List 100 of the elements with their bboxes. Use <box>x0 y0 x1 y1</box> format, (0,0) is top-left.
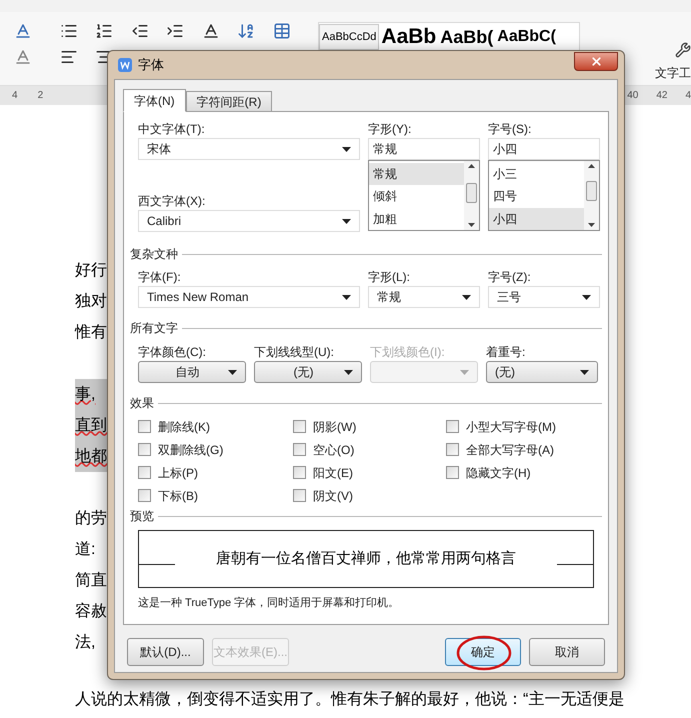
field-label: 字号(S): <box>488 121 532 138</box>
field-label: 中文字体(T): <box>138 121 206 138</box>
style-sample[interactable]: AaBbCcDd <box>319 24 380 50</box>
scrollbar[interactable] <box>584 161 599 230</box>
checkbox-label: 全部大写字母(A) <box>466 442 554 458</box>
checkbox[interactable] <box>293 443 306 456</box>
checkbox[interactable] <box>138 443 151 456</box>
dropdown-button[interactable]: (无) <box>486 361 598 383</box>
preview-text: 唐朝有一位名僧百丈禅师，他常常用两句格言 <box>216 548 516 569</box>
close-icon <box>590 54 602 68</box>
list-option[interactable]: 加粗 <box>369 208 464 230</box>
align-left-icon[interactable] <box>60 48 78 66</box>
field-label: 字形(L): <box>368 269 411 286</box>
document-text: 地都 <box>75 446 107 466</box>
scroll-down-icon[interactable] <box>468 223 475 227</box>
numbered-list-icon[interactable] <box>95 22 114 40</box>
checkbox[interactable] <box>293 489 306 502</box>
checkbox-label: 双删除线(G) <box>158 442 224 458</box>
list-option[interactable]: 小四 <box>489 208 584 230</box>
close-button[interactable] <box>574 52 618 70</box>
field-label: 字体(F): <box>138 269 182 286</box>
checkbox[interactable] <box>138 489 151 502</box>
caret-icon <box>462 294 471 300</box>
dialog-button[interactable]: 取消 <box>529 638 605 666</box>
caret-icon <box>580 370 589 374</box>
style-sample[interactable]: AaBb <box>379 23 438 51</box>
checkbox[interactable] <box>446 420 459 433</box>
dialog-button[interactable]: 默认(D)... <box>127 638 204 666</box>
scroll-down-icon[interactable] <box>588 223 595 227</box>
checkbox-label: 隐藏文字(H) <box>466 464 531 482</box>
style-sample[interactable]: AaBb( <box>438 24 496 50</box>
checkbox[interactable] <box>138 466 151 479</box>
ruler-number: 40 <box>627 89 638 103</box>
document-text: 独对 <box>75 292 107 312</box>
list-option[interactable]: 四号 <box>489 185 584 208</box>
document-text: 人说的太精微，倒变得不适实用了。惟有朱子解的最好，他说：“主一无适便是 <box>75 690 626 710</box>
checkbox[interactable] <box>293 466 306 479</box>
dropdown-field[interactable]: Times New Roman <box>138 286 360 308</box>
app-logo-icon <box>118 58 132 72</box>
font-letter-icon[interactable] <box>14 48 32 66</box>
section-title: 预览 <box>130 508 154 525</box>
scrollbar-thumb[interactable] <box>586 181 597 201</box>
list-option[interactable]: 常规 <box>369 163 464 186</box>
text-field[interactable]: 小四 <box>488 138 600 160</box>
dropdown-field[interactable]: 宋体 <box>138 138 360 160</box>
scrollbar[interactable] <box>464 161 479 230</box>
document-text: 惟有 <box>75 322 107 342</box>
field-label: 下划线线型(U): <box>254 344 335 361</box>
indent-icon[interactable] <box>166 22 184 40</box>
dropdown-button[interactable]: (无) <box>254 361 362 383</box>
caret-icon <box>460 370 469 374</box>
list-option[interactable]: 倾斜 <box>369 185 464 208</box>
checkbox-label: 小型大写字母(M) <box>466 418 556 436</box>
wrench-icon[interactable] <box>675 42 691 58</box>
scroll-up-icon[interactable] <box>468 164 475 168</box>
scrollbar-thumb[interactable] <box>466 183 477 203</box>
tab[interactable]: 字体(N) <box>123 89 186 112</box>
checkbox[interactable] <box>138 420 151 433</box>
outdent-icon[interactable] <box>130 22 149 40</box>
field-label: 下划线颜色(I): <box>370 344 446 361</box>
table-icon[interactable] <box>272 22 291 40</box>
ruler-number: 2 <box>38 89 44 103</box>
caret-icon <box>342 218 351 224</box>
field-label: 字号(Z): <box>488 269 532 286</box>
caret-icon <box>344 370 353 374</box>
document-text: 容赦 <box>75 602 107 622</box>
document-text: 直到 <box>75 416 107 436</box>
bullet-list-icon[interactable] <box>60 22 78 40</box>
field-label: 着重号: <box>486 344 526 361</box>
section-title: 所有文字 <box>130 320 178 337</box>
toolbar-label[interactable]: 文字工 <box>655 64 691 82</box>
checkbox-label: 上标(P) <box>158 464 198 482</box>
tab[interactable]: 字符间距(R) <box>186 91 272 112</box>
checkbox[interactable] <box>446 443 459 456</box>
field-label: 字体颜色(C): <box>138 344 207 361</box>
checkbox-label: 阴文(V) <box>313 488 353 504</box>
dropdown-field[interactable]: 三号 <box>488 286 600 308</box>
ruler-number: 4 <box>685 89 691 103</box>
caret-icon <box>342 294 351 300</box>
document-text: 的劳 <box>75 508 107 528</box>
document-text: 法, <box>75 632 96 652</box>
scroll-up-icon[interactable] <box>588 164 595 168</box>
checkbox-label: 空心(O) <box>313 442 354 458</box>
checkbox-label: 下标(B) <box>158 488 198 504</box>
text-field[interactable]: 常规 <box>368 138 480 160</box>
style-sample[interactable]: AaBbC( <box>495 25 558 49</box>
ruler-number: 42 <box>656 89 668 103</box>
dropdown-field[interactable]: Calibri <box>138 210 360 232</box>
checkbox[interactable] <box>293 420 306 433</box>
checkbox[interactable] <box>446 466 459 479</box>
dropdown-button[interactable]: 自动 <box>138 361 246 383</box>
dropdown-field[interactable]: 常规 <box>368 286 480 308</box>
caret-icon <box>228 370 237 374</box>
section-title: 复杂文种 <box>130 246 178 263</box>
checkbox-label: 阳文(E) <box>313 464 353 482</box>
font-note: 这是一种 TrueType 字体，同时适用于屏幕和打印机。 <box>138 596 400 611</box>
dialog-title: 字体 <box>138 56 164 74</box>
sort-icon[interactable] <box>237 22 256 40</box>
list-option[interactable]: 小三 <box>489 163 584 186</box>
document-text: 好行 <box>75 260 107 280</box>
